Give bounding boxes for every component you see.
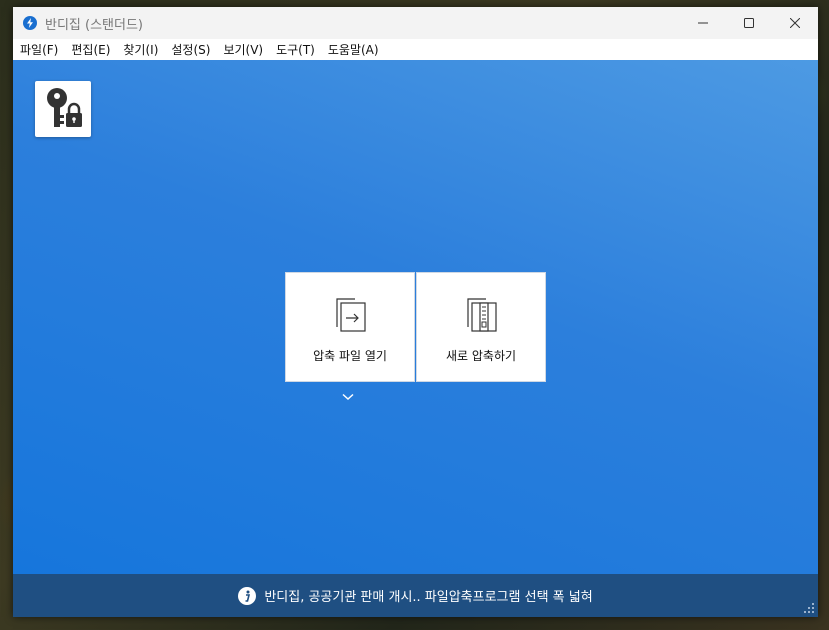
close-icon xyxy=(790,18,800,28)
open-dropdown-toggle[interactable] xyxy=(342,386,354,405)
new-archive-label: 새로 압축하기 xyxy=(445,349,517,363)
password-manager-button[interactable] xyxy=(35,81,91,137)
new-archive-tile[interactable]: 새로 압축하기 xyxy=(416,272,546,382)
menu-tools[interactable]: 도구(T) xyxy=(269,41,321,58)
window-controls xyxy=(680,7,818,39)
open-archive-label: 압축 파일 열기 xyxy=(313,349,387,363)
menu-settings[interactable]: 설정(S) xyxy=(164,41,216,58)
bandizip-bolt-icon xyxy=(23,16,37,30)
title-bar[interactable]: 반디집 (스탠더드) xyxy=(13,7,818,39)
maximize-button[interactable] xyxy=(726,7,772,39)
maximize-icon xyxy=(744,18,754,28)
minimize-button[interactable] xyxy=(680,7,726,39)
info-icon xyxy=(238,586,257,605)
menu-view[interactable]: 보기(V) xyxy=(216,41,269,58)
status-bar[interactable]: 반디집, 공공기관 판매 개시.. 파일압축프로그램 선택 폭 넓혀 xyxy=(13,574,818,617)
resize-grip-icon[interactable] xyxy=(803,602,815,614)
window-title: 반디집 (스탠더드) xyxy=(45,17,143,33)
menu-bar: 파일(F) 편집(E) 찾기(I) 설정(S) 보기(V) 도구(T) 도움말(… xyxy=(13,39,818,60)
main-content: 압축 파일 열기 새로 압축하기 xyxy=(13,60,818,574)
open-archive-tile[interactable]: 압축 파일 열기 xyxy=(285,272,415,382)
menu-file[interactable]: 파일(F) xyxy=(13,41,64,58)
minimize-icon xyxy=(698,22,708,24)
new-archive-icon xyxy=(467,298,497,332)
app-window: 반디집 (스탠더드) 파일(F) 편집(E) 찾기(I) 설정(S) 보기(V)… xyxy=(13,7,818,617)
key-lock-icon xyxy=(47,88,82,127)
news-ticker-text[interactable]: 반디집, 공공기관 판매 개시.. 파일압축프로그램 선택 폭 넓혀 xyxy=(264,586,592,605)
menu-edit[interactable]: 편집(E) xyxy=(64,41,116,58)
open-archive-icon xyxy=(336,298,366,332)
close-button[interactable] xyxy=(772,7,818,39)
menu-find[interactable]: 찾기(I) xyxy=(116,41,164,58)
chevron-down-icon xyxy=(342,393,354,401)
menu-help[interactable]: 도움말(A) xyxy=(321,41,385,58)
